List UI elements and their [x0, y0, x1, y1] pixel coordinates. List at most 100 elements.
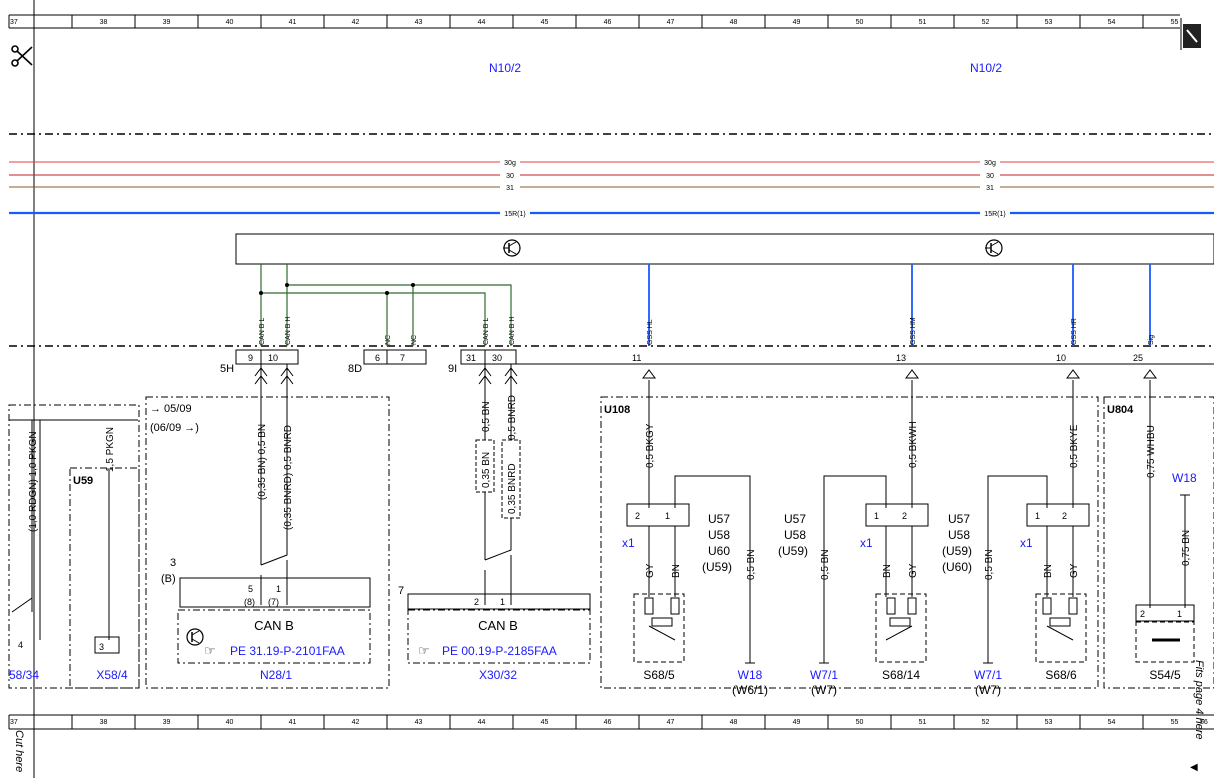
x58-4-label: X58/4 [96, 668, 128, 682]
n10-2-label-right: N10/2 [970, 61, 1002, 75]
top-ruler: 37 38 39 40 41 42 43 44 45 46 47 48 49 50 51 52 53 54 55 [8, 14, 1180, 29]
sig-canbl-1: CAN B L [259, 318, 266, 345]
ruler-number: 37 [10, 719, 18, 726]
pin-7: 7 [400, 353, 405, 363]
ruler-number: 55 [1171, 719, 1179, 726]
pin1b: 1 [500, 597, 505, 607]
n10-2-label-left: N10/2 [489, 61, 521, 75]
cut-here-label: Cut here [13, 730, 25, 772]
s68-14-label: S68/14 [882, 668, 920, 682]
u58-a: U58 [708, 528, 730, 542]
rail-31-right: 31 [986, 185, 994, 192]
u60-c: (U60) [942, 560, 972, 574]
w-035bnrd: (0,35 BNRD) 0,5 BNRD [283, 425, 294, 530]
u59-a: (U59) [702, 560, 732, 574]
ruler-number: 41 [289, 19, 297, 26]
can-b-1: CAN B [254, 618, 294, 633]
ruler-number: 41 [289, 719, 297, 726]
ruler-number: 42 [352, 19, 360, 26]
sig-nc-2: NC [411, 335, 418, 345]
ruler-number: 38 [100, 19, 108, 26]
ruler-number: 44 [478, 19, 486, 26]
pin-6: 6 [375, 353, 380, 363]
pointer-icon: ☞ [204, 643, 216, 658]
ruler-number: 50 [856, 19, 864, 26]
sig-canbh-2: CAN B H [509, 317, 516, 345]
p2a: 2 [635, 511, 640, 521]
pin8: (8) [244, 597, 255, 607]
ruler-number: 46 [604, 719, 612, 726]
u804-label: U804 [1107, 404, 1134, 416]
w-035bn: (0,35 BN) 0,5 BN [257, 424, 268, 500]
w-pkgn: 1,5 PKGN [105, 427, 116, 472]
p2d: 2 [1140, 609, 1145, 619]
sig-gss-hr: GSS HR [1071, 318, 1078, 345]
rail-15r-left: 15R(1) [504, 211, 525, 218]
p2b: 2 [902, 511, 907, 521]
ruler-number: 54 [1108, 19, 1116, 26]
bn-a: BN [671, 564, 682, 578]
bn-c: BN [1043, 564, 1054, 578]
rail-30-left: 30 [506, 173, 514, 180]
ruler-number: 37 [10, 19, 18, 26]
plug-symbols [254, 364, 1157, 392]
w7-1-a: W7/1 [810, 668, 838, 682]
sig-nc-1: NC [385, 335, 392, 345]
sig-canbl-2: CAN B L [483, 318, 490, 345]
ruler-number: 53 [1045, 719, 1053, 726]
w7-a: (W7) [811, 683, 837, 697]
w-05bn-b: 0,5 BN [820, 549, 831, 580]
w7-b: (W7) [975, 683, 1001, 697]
pin-10: 10 [268, 353, 278, 363]
document-icon [1180, 18, 1201, 50]
pin-b: (B) [161, 573, 176, 585]
x1-c: x1 [1020, 536, 1033, 550]
sig-gss-hm: GSS HM [910, 317, 917, 345]
ruler-number: 48 [730, 19, 738, 26]
x58-pin: 3 [99, 642, 104, 652]
rail-30-right: 30 [986, 173, 994, 180]
pin2: 2 [474, 597, 479, 607]
rail-31-left: 31 [506, 185, 514, 192]
ruler-number: 52 [982, 19, 990, 26]
u57-a: U57 [708, 512, 730, 526]
gy-c: GY [1069, 563, 1080, 578]
pin3: 3 [170, 557, 176, 569]
u57-b: U57 [784, 512, 806, 526]
bottom-ruler: 37 38 39 40 41 42 43 44 45 46 47 48 49 50 51 52 53 54 55 56 [8, 714, 1214, 730]
transistor-icon [186, 628, 204, 646]
sig-sig: Sig [1148, 335, 1155, 345]
pin-11: 11 [632, 353, 641, 363]
u59-c: (U59) [942, 544, 972, 558]
ruler-number: 40 [226, 19, 234, 26]
ruler-number: 39 [163, 19, 171, 26]
ruler-number: 50 [856, 719, 864, 726]
date-0509: → 05/09 [150, 403, 192, 415]
rail-15r-right: 15R(1) [984, 211, 1005, 218]
pin-30: 30 [492, 353, 502, 363]
w-rdgn: (1,0 RDGN) 1,0 PKGN [28, 431, 39, 532]
component-boxes [8, 396, 1214, 689]
ruler-number: 53 [1045, 19, 1053, 26]
ruler-number: 51 [919, 719, 927, 726]
w-whbu: 0,75 WHBU [1146, 425, 1157, 478]
w7-1-b: W7/1 [974, 668, 1002, 682]
ruler-number: 44 [478, 719, 486, 726]
w18-bot: W18 [738, 668, 763, 682]
switch-icon [644, 597, 1180, 642]
u59-b: (U59) [778, 544, 808, 558]
gy-a: GY [645, 563, 656, 578]
pin-25: 25 [1133, 353, 1143, 363]
x1-a: x1 [622, 536, 635, 550]
control-unit-box [235, 233, 1214, 265]
s58-34-label: 58/34 [9, 668, 39, 682]
sig-gss-hl: GSS HL [647, 319, 654, 345]
w-05bn-a: 0,5 BN [746, 549, 757, 580]
p1a: 1 [665, 511, 670, 521]
ruler-number: 42 [352, 719, 360, 726]
power-rails: 30g 30g 30 30 31 31 15R(1) 15R(1) [9, 157, 1214, 218]
p1d: 1 [1177, 609, 1182, 619]
pin-9: 9 [248, 353, 253, 363]
fits-page4-label: Fits page 4 here [1193, 660, 1205, 740]
ruler-number: 43 [415, 719, 423, 726]
